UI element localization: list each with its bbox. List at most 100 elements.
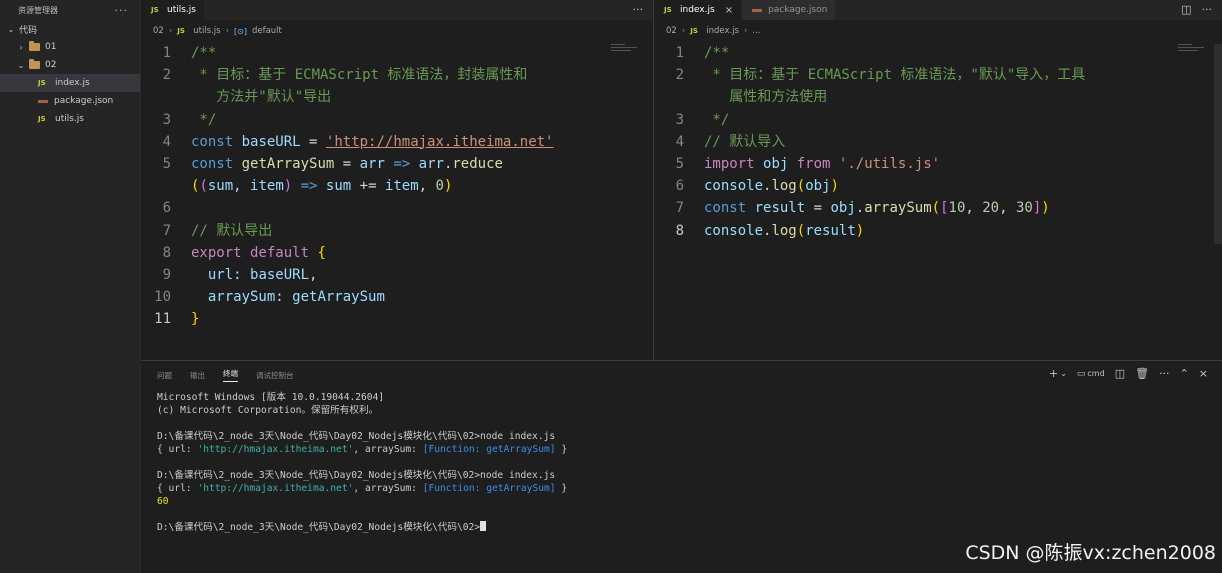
editor-group-right: JS index.js × package.json ◫ ··· 02 › JS… — [654, 0, 1222, 360]
code-line: 3 */ — [141, 109, 653, 131]
line-number — [141, 86, 191, 108]
code-line: 8 export default { — [141, 242, 653, 264]
json-file-icon — [752, 8, 763, 12]
tree-item-package-json[interactable]: package.json — [0, 92, 140, 110]
code-line: 6 console. log(obj) — [654, 175, 1222, 197]
split-editor-icon[interactable]: ◫ — [1181, 3, 1191, 16]
code-editor-utils[interactable]: 1/** 2 * 目标：基于 ECMAScript 标准语法，封装属性和 方法并… — [141, 42, 653, 330]
breadcrumb: 02 › JS index.js › ... — [654, 20, 1222, 42]
more-actions-icon[interactable]: ··· — [1159, 367, 1170, 380]
code-line: 3 */ — [654, 109, 1222, 131]
terminal-line: (c) Microsoft Corporation。保留所有权利。 — [157, 405, 379, 416]
symbol-variable-icon: [⊙] — [234, 26, 247, 36]
code-line: 8 console. log(result) — [654, 220, 1222, 242]
line-number: 7 — [675, 200, 684, 217]
tree-item-label: utils.js — [55, 114, 84, 124]
js-file-icon: JS — [151, 6, 159, 14]
folder-open-icon — [29, 59, 40, 69]
js-file-icon: JS — [38, 79, 46, 87]
js-file-icon: JS — [664, 6, 672, 14]
trash-icon[interactable]: 🗑 — [1135, 367, 1149, 380]
chevron-right-icon: › — [19, 42, 23, 52]
tree-item-02[interactable]: ⌄ 02 — [0, 56, 140, 74]
line-number: 2 — [675, 67, 684, 84]
line-number: 4 — [162, 133, 171, 150]
line-number — [141, 175, 191, 197]
tree-item-index-js[interactable]: JS index.js — [0, 74, 140, 92]
code-line: 10 arraySum: getArraySum — [141, 286, 653, 308]
code-line: 5 import obj from './utils.js' — [654, 153, 1222, 175]
panel-actions: + ⌄ ▭ cmd ◫ 🗑 ··· ⌃ × — [1049, 367, 1208, 380]
terminal-output[interactable]: Microsoft Windows [版本 10.0.19044.2604] (c… — [157, 391, 567, 534]
line-number: 1 — [675, 45, 684, 61]
new-terminal-icon[interactable]: + — [1049, 367, 1058, 380]
json-file-icon — [38, 99, 48, 103]
maximize-panel-icon[interactable]: ⌃ — [1180, 367, 1189, 380]
tab-label: utils.js — [167, 5, 196, 15]
explorer-root-folder[interactable]: ⌄ 代码 — [0, 20, 140, 38]
line-number: 1 — [162, 45, 171, 61]
close-panel-icon[interactable]: × — [1199, 367, 1208, 380]
line-number — [654, 86, 704, 108]
editor-tabbar: JS index.js × package.json ◫ ··· — [654, 0, 1222, 20]
tab-problems[interactable]: 问题 — [157, 370, 172, 381]
editor-scrollbar[interactable] — [1214, 44, 1222, 244]
tree-item-label: 02 — [45, 60, 57, 70]
tab-package-json[interactable]: package.json — [742, 0, 837, 20]
breadcrumb-folder[interactable]: 02 — [666, 26, 677, 36]
tab-utils-js[interactable]: JS utils.js — [141, 0, 205, 20]
code-line: 4// 默认导入 — [654, 131, 1222, 153]
breadcrumb-rest[interactable]: ... — [752, 26, 760, 36]
line-number: 5 — [162, 155, 171, 172]
code-line: 2 * 目标：基于 ECMAScript 标准语法，封装属性和 — [141, 64, 653, 86]
root-folder-label: 代码 — [19, 25, 38, 36]
tree-item-01[interactable]: › 01 — [0, 38, 140, 56]
vscode-window: 资源管理器 ··· ⌄ 代码 › 01 ⌄ 02 JS index.js pac… — [0, 0, 1222, 573]
explorer-more-button[interactable]: ··· — [115, 4, 129, 17]
explorer-title: 资源管理器 — [18, 5, 58, 15]
terminal-output-line: { url: 'http://hmajax.itheima.net', arra… — [157, 483, 568, 494]
js-file-icon: JS — [38, 115, 46, 123]
tree-item-utils-js[interactable]: JS utils.js — [0, 110, 140, 128]
line-number: 6 — [675, 178, 684, 195]
tree-item-label: 01 — [45, 42, 57, 52]
terminal-command: D:\备课代码\2_node_3天\Node_代码\Day02_Nodejs模块… — [157, 431, 556, 442]
code-line: 9 url: baseURL, — [141, 264, 653, 286]
tab-debug-console[interactable]: 调试控制台 — [256, 370, 294, 381]
breadcrumb-symbol[interactable]: default — [252, 26, 282, 36]
chevron-down-icon[interactable]: ⌄ — [1060, 369, 1067, 378]
close-icon[interactable]: × — [725, 5, 733, 16]
breadcrumb: 02 › JS utils.js › [⊙] default — [141, 20, 653, 42]
tab-label: index.js — [680, 5, 715, 15]
line-number: 4 — [675, 133, 684, 150]
chevron-right-icon: › — [168, 26, 173, 36]
line-number: 11 — [154, 311, 171, 328]
breadcrumb-file[interactable]: utils.js — [193, 26, 220, 36]
line-number: 8 — [162, 244, 171, 261]
minimap[interactable] — [1178, 44, 1206, 58]
breadcrumb-file[interactable]: index.js — [706, 26, 739, 36]
breadcrumb-folder[interactable]: 02 — [153, 26, 164, 36]
shell-label[interactable]: cmd — [1087, 369, 1104, 378]
editor-more-button[interactable]: ··· — [633, 3, 644, 16]
terminal-line: Microsoft Windows [版本 10.0.19044.2604] — [157, 392, 385, 403]
tab-terminal[interactable]: 终端 — [223, 368, 238, 382]
code-line: 1/** — [141, 42, 653, 64]
split-terminal-icon[interactable]: ◫ — [1115, 367, 1125, 380]
terminal-result: 60 — [157, 496, 169, 507]
chevron-right-icon: › — [743, 26, 748, 36]
editor-tabbar: JS utils.js ··· — [141, 0, 653, 20]
more-actions-icon[interactable]: ··· — [1202, 3, 1213, 16]
chevron-down-icon: ⌄ — [7, 24, 15, 34]
tab-label: package.json — [768, 5, 828, 15]
tab-index-js[interactable]: JS index.js × — [654, 0, 743, 20]
watermark: CSDN @陈振vx:zchen2008 — [965, 542, 1216, 564]
code-line: 7// 默认导出 — [141, 220, 653, 242]
chevron-down-icon: ⌄ — [17, 60, 25, 70]
code-editor-index[interactable]: 1/** 2 * 目标：基于 ECMAScript 标准语法，"默认"导入，工具… — [654, 42, 1222, 242]
tree-item-label: index.js — [55, 78, 90, 88]
minimap[interactable] — [611, 44, 639, 58]
explorer-header: 资源管理器 ··· — [0, 0, 140, 20]
code-line: 6 — [141, 197, 653, 219]
tab-output[interactable]: 输出 — [190, 370, 205, 381]
